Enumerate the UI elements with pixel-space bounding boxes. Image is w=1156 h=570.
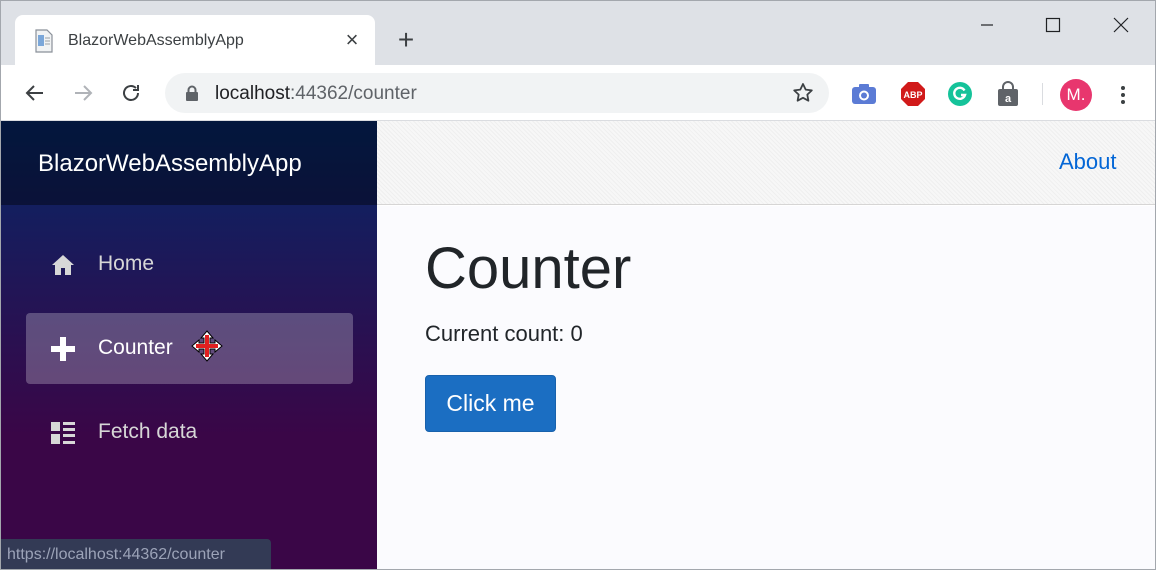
page-favicon-icon (35, 29, 53, 53)
move-cursor-icon (191, 330, 223, 362)
adblock-extension-icon[interactable]: ABP (900, 81, 926, 107)
camera-extension-icon[interactable] (851, 81, 877, 107)
profile-avatar[interactable]: M. (1060, 79, 1092, 111)
nav-item-label: Fetch data (98, 420, 198, 443)
url-text[interactable]: localhost:44362/counter (215, 83, 417, 105)
about-link[interactable]: About (1059, 149, 1117, 175)
click-me-button[interactable]: Click me (425, 375, 556, 432)
new-tab-plus-icon[interactable]: + (393, 24, 419, 55)
nav-item-label: Home (98, 252, 155, 275)
svg-text:ABP: ABP (903, 90, 922, 100)
window-close-button[interactable] (1101, 11, 1141, 39)
current-count-text: Current count: 0 (425, 321, 583, 346)
grammarly-extension-icon[interactable] (947, 81, 973, 107)
browser-menu-icon[interactable] (1113, 83, 1133, 107)
reload-icon[interactable] (117, 79, 145, 107)
sidebar: BlazorWebAssemblyApp Home Counter Fetch … (1, 121, 377, 569)
web-page: BlazorWebAssemblyApp Home Counter Fetch … (1, 121, 1155, 569)
tab-close-icon[interactable]: × (341, 27, 363, 52)
brand-link[interactable]: BlazorWebAssemblyApp (38, 150, 302, 178)
nav-item-fetch-data[interactable]: Fetch data (26, 397, 353, 468)
nav-item-label: Counter (98, 336, 173, 359)
browser-toolbar: localhost:44362/counter ABP a M. (1, 65, 1155, 121)
browser-window: BlazorWebAssemblyApp × + localhost:44362… (0, 0, 1156, 570)
forward-arrow-icon[interactable] (69, 79, 97, 107)
link-status-bar: https://localhost:44362/counter (1, 539, 271, 569)
top-row: About (377, 121, 1155, 205)
address-bar[interactable]: localhost:44362/counter (165, 73, 829, 113)
svg-text:a: a (1005, 93, 1012, 105)
brand-bar: BlazorWebAssemblyApp (1, 121, 377, 205)
page-title: Counter (425, 236, 632, 301)
bookmark-star-icon[interactable] (791, 81, 815, 105)
browser-tab[interactable]: BlazorWebAssemblyApp × (15, 15, 375, 67)
main-content: Counter Current count: 0 Click me (377, 206, 1155, 569)
nav-item-home[interactable]: Home (26, 229, 353, 300)
window-maximize-button[interactable] (1033, 11, 1073, 39)
window-minimize-button[interactable] (967, 11, 1007, 39)
back-arrow-icon[interactable] (21, 79, 49, 107)
list-icon (51, 422, 75, 444)
plus-icon (51, 337, 75, 361)
tab-title: BlazorWebAssemblyApp (68, 32, 244, 49)
nav-item-counter[interactable]: Counter (26, 313, 353, 384)
toolbar-separator (1042, 83, 1043, 105)
browser-titlebar: BlazorWebAssemblyApp × + (1, 1, 1155, 67)
home-icon (52, 255, 74, 275)
lock-icon[interactable] (185, 85, 199, 102)
shopping-bag-extension-icon[interactable]: a (995, 81, 1021, 107)
